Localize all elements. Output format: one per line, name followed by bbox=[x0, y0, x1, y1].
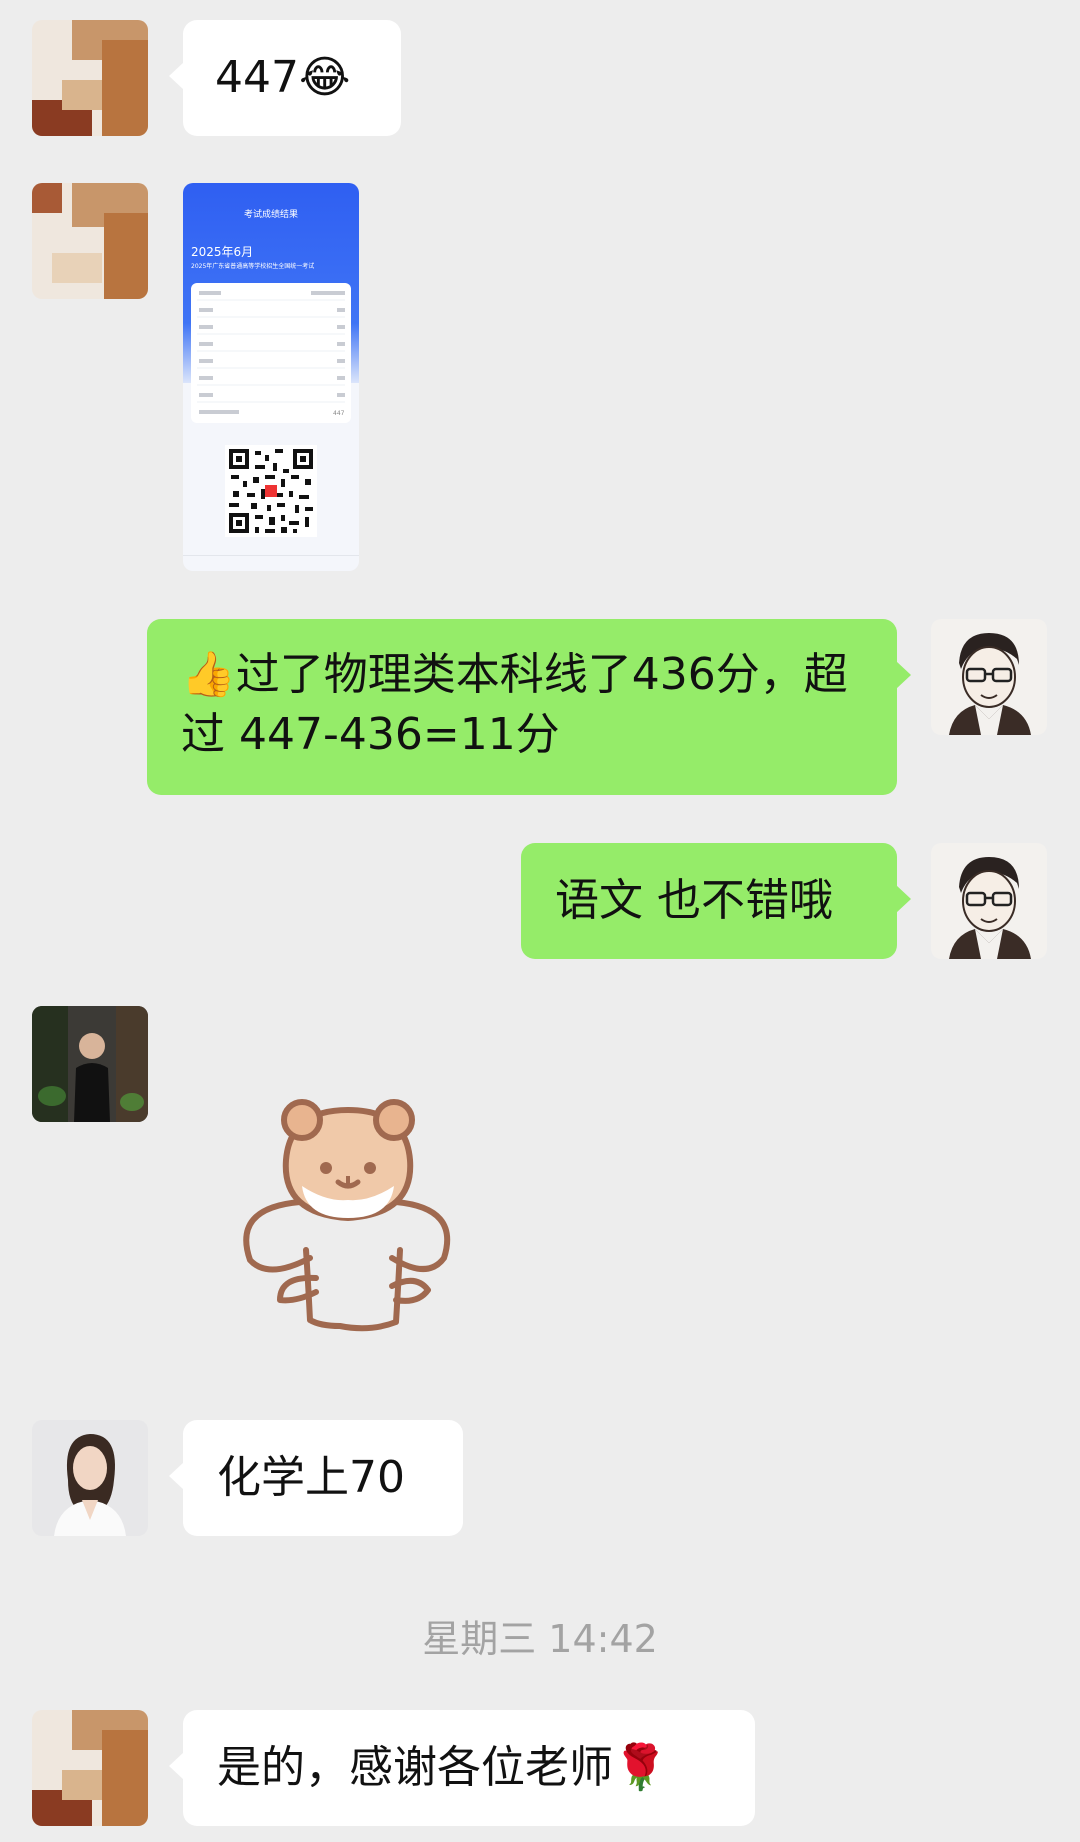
screenshot-month: 2025年6月 bbox=[191, 245, 254, 259]
avatar-me[interactable] bbox=[931, 843, 1047, 959]
message-bubble[interactable]: 化学上70 bbox=[169, 1420, 463, 1536]
avatar-friend-3[interactable] bbox=[32, 1420, 148, 1536]
message-bubble[interactable]: 语文 也不错哦 bbox=[521, 843, 911, 959]
avatar-friend-1[interactable] bbox=[32, 1710, 148, 1826]
message-bubble[interactable]: 👍过了物理类本科线了436分，超过 447-436=11分 bbox=[147, 619, 911, 795]
message-text: 过了物理类本科线了436分，超过 447-436=11分 bbox=[181, 649, 848, 760]
message-text: 447 bbox=[215, 52, 299, 103]
avatar-me[interactable] bbox=[931, 619, 1047, 735]
avatar-friend-2[interactable] bbox=[32, 1006, 148, 1122]
message-bubble[interactable]: 是的，感谢各位老师🌹 bbox=[169, 1710, 755, 1826]
hamster-sticker[interactable] bbox=[220, 1090, 470, 1350]
avatar-friend-1[interactable] bbox=[32, 183, 148, 299]
message-text: 是的，感谢各位老师 bbox=[217, 1742, 613, 1793]
message-text: 语文 也不错哦 bbox=[555, 875, 833, 926]
thumbs-up-emoji-icon: 👍 bbox=[181, 649, 236, 700]
timestamp: 星期三 14:42 bbox=[422, 1617, 658, 1661]
message-text: 化学上70 bbox=[217, 1452, 405, 1503]
avatar-friend-1[interactable] bbox=[32, 20, 148, 136]
score-screenshot-image[interactable]: 考试成绩结果 2025年6月 2025年广东省普通高等学校招生全国统一考试 44… bbox=[183, 183, 359, 571]
screenshot-exam-name: 2025年广东省普通高等学校招生全国统一考试 bbox=[191, 263, 315, 270]
screenshot-score-card bbox=[191, 283, 351, 423]
screenshot-page-title: 考试成绩结果 bbox=[243, 210, 298, 220]
message-bubble[interactable]: 447😂 bbox=[169, 20, 401, 136]
rose-emoji-icon: 🌹 bbox=[613, 1742, 668, 1793]
qr-code-icon bbox=[225, 445, 317, 537]
laughing-emoji-icon: 😂 bbox=[298, 52, 351, 103]
screenshot-total: 447 bbox=[333, 410, 345, 417]
